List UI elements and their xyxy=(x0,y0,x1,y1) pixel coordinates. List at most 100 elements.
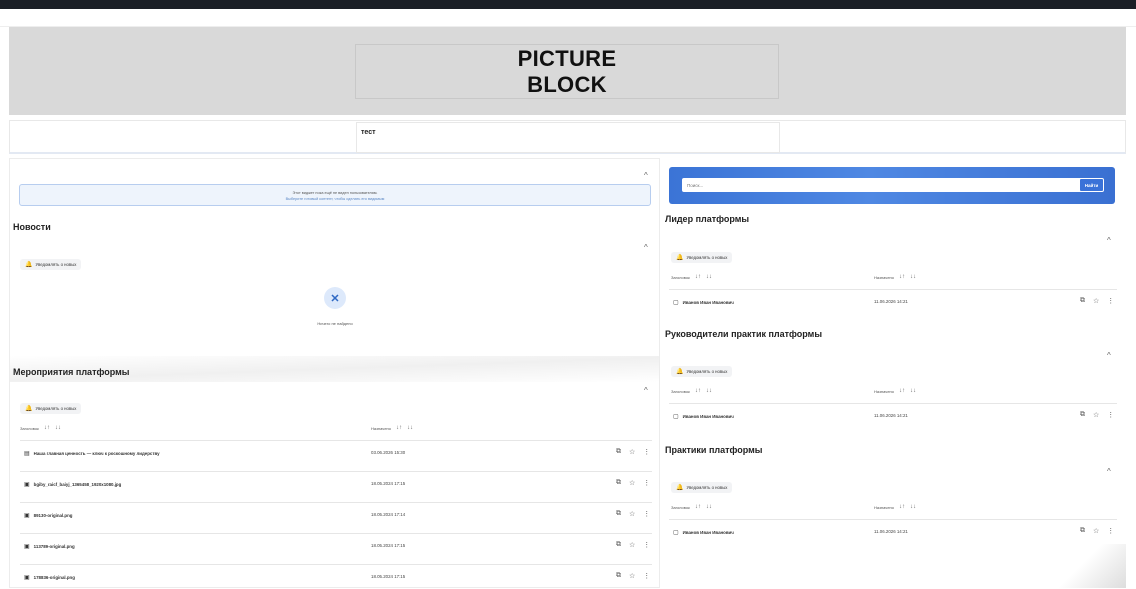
practice-heads-col-title-header[interactable]: Заголовок ↓↑ ↓↓ xyxy=(671,388,712,394)
top-bar xyxy=(0,0,1136,9)
events-col-title-header[interactable]: Заголовок ↓↑ ↓↓ xyxy=(20,425,61,431)
sort-asc-icon[interactable]: ↓↑ xyxy=(899,504,905,510)
col-title-label: Заголовок xyxy=(671,388,690,394)
notify-label: Уведомлять о новых xyxy=(35,406,77,411)
sort-asc-icon[interactable]: ↓↑ xyxy=(396,425,402,431)
notify-label: Уведомлять о новых xyxy=(35,262,77,267)
sort-asc-icon[interactable]: ↓↑ xyxy=(899,274,905,280)
item-name[interactable]: Иванов Иван Иванович xyxy=(683,530,734,535)
events-col-date-header[interactable]: Назначено ↓↑ ↓↓ xyxy=(371,425,413,431)
practices-collapse-caret-icon[interactable]: ^ xyxy=(1107,467,1111,476)
item-name[interactable]: bgiby_raicf_baiyj_1365458_1920x1080.jpg xyxy=(34,482,122,487)
item-name[interactable]: Наша главная ценность — ключ к роскошном… xyxy=(34,451,160,456)
practices-col-title-header[interactable]: Заголовок ↓↑ ↓↓ xyxy=(671,504,712,510)
sort-asc-icon[interactable]: ↓↑ xyxy=(695,388,701,394)
sort-asc-icon[interactable]: ↓↑ xyxy=(44,425,50,431)
more-menu-icon[interactable]: ⋮ xyxy=(643,479,650,487)
sort-desc-icon[interactable]: ↓↓ xyxy=(706,274,712,280)
practices-col-date-header[interactable]: Назначено ↓↑ ↓↓ xyxy=(874,504,916,510)
notify-label: Уведомлять о новых xyxy=(686,485,728,490)
leader-col-title-header[interactable]: Заголовок ↓↑ ↓↓ xyxy=(671,274,712,280)
news-title: Новости xyxy=(13,222,51,232)
image-icon: ▣ xyxy=(24,544,30,550)
more-menu-icon[interactable]: ⋮ xyxy=(643,541,650,549)
practice-heads-notify-button[interactable]: 🔔 Уведомлять о новых xyxy=(671,366,733,377)
item-name[interactable]: 89130-original.png xyxy=(34,513,73,518)
item-date: 11.06.2026 14:21 xyxy=(874,413,908,418)
star-icon[interactable]: ☆ xyxy=(1093,297,1099,305)
item-name-cell[interactable]: ▣ 113789-original.png xyxy=(24,543,75,550)
open-link-icon[interactable]: ⧉ xyxy=(1080,411,1085,419)
sort-desc-icon[interactable]: ↓↓ xyxy=(910,504,916,510)
list-item[interactable]: ▢ Иванов Иван Иванович 11.06.2026 14:21 ⧉ ☆ ⋮ xyxy=(669,519,1117,550)
open-link-icon[interactable]: ⧉ xyxy=(616,448,621,456)
sort-asc-icon[interactable]: ↓↑ xyxy=(695,504,701,510)
search-empty-icon: ✕ xyxy=(324,287,346,309)
news-collapse-caret-icon[interactable]: ^ xyxy=(644,243,648,252)
more-menu-icon[interactable]: ⋮ xyxy=(1107,411,1114,419)
list-item[interactable]: ▢ Иванов Иван Иванович 11.06.2026 14:21 ⧉ ☆ ⋮ xyxy=(669,289,1117,320)
more-menu-icon[interactable]: ⋮ xyxy=(643,572,650,580)
open-link-icon[interactable]: ⧉ xyxy=(1080,297,1085,305)
item-name[interactable]: Иванов Иван Иванович xyxy=(683,414,734,419)
list-item[interactable]: ▣ 178836-original.png 18.05.2024 17:15 ⧉ ☆ ⋮ xyxy=(20,564,652,587)
item-date: 11.06.2026 14:21 xyxy=(874,299,908,304)
item-name-cell[interactable]: ▣ 178836-original.png xyxy=(24,574,75,581)
star-icon[interactable]: ☆ xyxy=(629,479,635,487)
sort-desc-icon[interactable]: ↓↓ xyxy=(910,388,916,394)
news-notify-button[interactable]: 🔔 Уведомлять о новых xyxy=(20,259,82,270)
item-name-cell[interactable]: ▣ 89130-original.png xyxy=(24,512,72,519)
open-link-icon[interactable]: ⧉ xyxy=(616,541,621,549)
item-name-cell[interactable]: ▢ Иванов Иван Иванович xyxy=(673,529,734,536)
list-item[interactable]: ▣ bgiby_raicf_baiyj_1365458_1920x1080.jpg… xyxy=(20,471,652,502)
search-input[interactable] xyxy=(682,178,1082,192)
item-name-cell[interactable]: ▢ Иванов Иван Иванович xyxy=(673,413,734,420)
sort-desc-icon[interactable]: ↓↓ xyxy=(55,425,61,431)
star-icon[interactable]: ☆ xyxy=(1093,411,1099,419)
sort-desc-icon[interactable]: ↓↓ xyxy=(910,274,916,280)
star-icon[interactable]: ☆ xyxy=(629,541,635,549)
open-link-icon[interactable]: ⧉ xyxy=(616,479,621,487)
list-item[interactable]: ▢ Иванов Иван Иванович 11.06.2026 14:21 ⧉ ☆ ⋮ xyxy=(669,403,1117,434)
item-name-cell[interactable]: ▣ bgiby_raicf_baiyj_1365458_1920x1080.jpg xyxy=(24,481,121,488)
events-collapse-caret-icon[interactable]: ^ xyxy=(644,386,648,395)
more-menu-icon[interactable]: ⋮ xyxy=(643,448,650,456)
star-icon[interactable]: ☆ xyxy=(629,448,635,456)
star-icon[interactable]: ☆ xyxy=(629,572,635,580)
item-name-cell[interactable]: ▢ Иванов Иван Иванович xyxy=(673,299,734,306)
practice-heads-collapse-caret-icon[interactable]: ^ xyxy=(1107,351,1111,360)
item-name[interactable]: 113789-original.png xyxy=(34,544,75,549)
events-notify-button[interactable]: 🔔 Уведомлять о новых xyxy=(20,403,82,414)
leader-col-date-header[interactable]: Назначено ↓↑ ↓↓ xyxy=(874,274,916,280)
open-link-icon[interactable]: ⧉ xyxy=(616,572,621,580)
list-item[interactable]: ▤ Наша главная ценность — ключ к роскошно… xyxy=(20,440,652,471)
list-item[interactable]: ▣ 89130-original.png 18.05.2024 17:14 ⧉ ☆ ⋮ xyxy=(20,502,652,533)
item-name[interactable]: Иванов Иван Иванович xyxy=(683,300,734,305)
collapse-caret-icon[interactable]: ^ xyxy=(644,171,648,180)
document-icon: ▤ xyxy=(24,451,30,457)
open-link-icon[interactable]: ⧉ xyxy=(616,510,621,518)
leader-notify-button[interactable]: 🔔 Уведомлять о новых xyxy=(671,252,733,263)
practices-notify-button[interactable]: 🔔 Уведомлять о новых xyxy=(671,482,733,493)
leader-collapse-caret-icon[interactable]: ^ xyxy=(1107,236,1111,245)
search-button[interactable]: Найти xyxy=(1079,178,1104,192)
col-title-label: Заголовок xyxy=(671,504,690,510)
practice-heads-col-date-header[interactable]: Назначено ↓↑ ↓↓ xyxy=(874,388,916,394)
star-icon[interactable]: ☆ xyxy=(629,510,635,518)
item-name[interactable]: 178836-original.png xyxy=(34,575,75,580)
item-actions: ⧉ ☆ ⋮ xyxy=(616,572,650,580)
item-name-cell[interactable]: ▤ Наша главная ценность — ключ к роскошно… xyxy=(24,450,160,457)
more-menu-icon[interactable]: ⋮ xyxy=(1107,297,1114,305)
more-menu-icon[interactable]: ⋮ xyxy=(1107,527,1114,535)
more-menu-icon[interactable]: ⋮ xyxy=(643,510,650,518)
star-icon[interactable]: ☆ xyxy=(1093,527,1099,535)
sort-desc-icon[interactable]: ↓↓ xyxy=(706,504,712,510)
sort-desc-icon[interactable]: ↓↓ xyxy=(706,388,712,394)
list-item[interactable]: ▣ 113789-original.png 18.05.2024 17:15 ⧉ ☆ ⋮ xyxy=(20,533,652,564)
sort-asc-icon[interactable]: ↓↑ xyxy=(695,274,701,280)
sort-asc-icon[interactable]: ↓↑ xyxy=(899,388,905,394)
item-date: 11.06.2026 14:21 xyxy=(874,529,908,534)
open-link-icon[interactable]: ⧉ xyxy=(1080,527,1085,535)
sort-desc-icon[interactable]: ↓↓ xyxy=(407,425,413,431)
bell-icon: 🔔 xyxy=(25,406,33,412)
